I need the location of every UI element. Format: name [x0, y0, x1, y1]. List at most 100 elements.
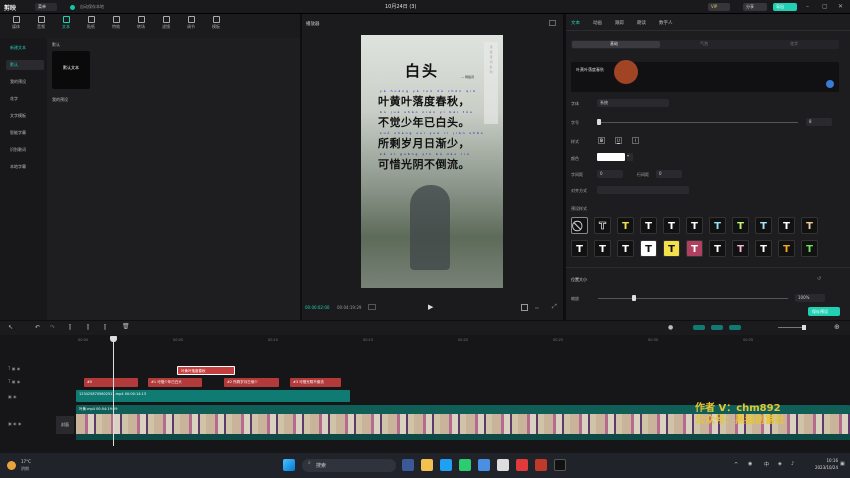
tool-template[interactable]: 模板 [206, 16, 226, 30]
sidebar-item[interactable]: 文字模板 [6, 111, 44, 121]
playhead[interactable] [113, 336, 114, 446]
capcut-icon[interactable] [554, 459, 566, 471]
preset-style-chip[interactable]: T [778, 240, 795, 257]
app-icon[interactable] [535, 459, 547, 471]
close-icon[interactable]: ✕ [838, 3, 843, 10]
preset-style-chip[interactable]: T [571, 240, 588, 257]
sidebar-item[interactable]: 花字 [6, 94, 44, 104]
share-button[interactable]: 分享 [743, 3, 767, 11]
subtitle-clip[interactable]: #1 可惜少年已白头 [148, 378, 202, 387]
file-explorer-icon[interactable] [421, 459, 433, 471]
select-tool-icon[interactable]: ↖ [8, 324, 13, 331]
preset-style-chip[interactable]: T [594, 217, 611, 234]
italic-button[interactable]: I [632, 137, 639, 144]
clock-time[interactable]: 10:16 [808, 458, 838, 463]
no-style-icon[interactable]: ⃠ [571, 217, 588, 234]
maximize-icon[interactable]: ▢ [822, 3, 828, 10]
preset-style-chip[interactable]: T [663, 240, 680, 257]
edge-icon[interactable] [440, 459, 452, 471]
app-icon[interactable] [497, 459, 509, 471]
preset-style-chip[interactable]: T [732, 217, 749, 234]
split-icon[interactable]: ⫿ [69, 324, 71, 332]
preset-style-chip[interactable]: T [801, 240, 818, 257]
default-text-card[interactable]: 默认文本 [52, 51, 90, 89]
microphone-icon[interactable]: ● [668, 324, 673, 331]
spacing-input[interactable]: 0 [597, 170, 623, 178]
text-content-input[interactable] [571, 62, 839, 92]
subtab-bubble[interactable]: 气泡 [700, 41, 708, 47]
tool-transition[interactable]: 转场 [131, 16, 151, 30]
magnet-icon[interactable] [711, 325, 723, 330]
sidebar-item[interactable]: 智能字幕 [6, 128, 44, 138]
network-icon[interactable]: ◈ [778, 461, 782, 467]
preset-style-chip[interactable]: T [732, 240, 749, 257]
sidebar-item[interactable]: 识别歌词 [6, 145, 44, 155]
reset-icon[interactable]: ↺ [817, 276, 821, 282]
subtab-fancy[interactable]: 花字 [790, 41, 798, 47]
tab-3[interactable]: 朗读 [637, 20, 646, 26]
tab-0[interactable]: 文本 [571, 20, 580, 26]
preset-style-chip[interactable]: T [709, 217, 726, 234]
size-input[interactable]: 8 [806, 118, 832, 126]
preset-style-chip[interactable]: T [617, 217, 634, 234]
tool-filter[interactable]: 滤镜 [156, 16, 176, 30]
preset-style-chip[interactable]: T [686, 217, 703, 234]
tray-chevron-icon[interactable]: ^ [734, 462, 738, 468]
menu-button[interactable]: 菜单 [35, 3, 57, 11]
bold-button[interactable]: B [598, 137, 605, 144]
preset-style-chip[interactable]: T [594, 240, 611, 257]
sidebar-item[interactable]: 我的预设 [6, 77, 44, 87]
tool-sticker[interactable]: 贴纸 [81, 16, 101, 30]
app-icon[interactable] [478, 459, 490, 471]
clock-date[interactable]: 2023/10/24 [798, 465, 838, 470]
zoom-slider-knob[interactable] [802, 325, 806, 330]
tray-app-icon[interactable]: ◉ [748, 461, 752, 467]
redo-icon[interactable]: ↷ [50, 324, 55, 331]
timeline-grid-icon[interactable] [368, 304, 376, 310]
sidebar-item[interactable]: 默认 [6, 60, 44, 70]
link-icon[interactable] [693, 325, 705, 330]
sidebar-item[interactable]: 本地字幕 [6, 162, 44, 172]
tool-adjust[interactable]: 调节 [181, 16, 201, 30]
tab-4[interactable]: 数字人 [659, 20, 673, 26]
scale-input[interactable]: 100% [795, 294, 825, 302]
scale-slider-knob[interactable] [632, 295, 636, 301]
text-clip[interactable]: 叶黄叶落度春秋 [177, 366, 235, 375]
ratio-icon[interactable]: ▭ [535, 305, 539, 310]
font-select[interactable]: 系统 [597, 99, 669, 107]
wechat-icon[interactable] [459, 459, 471, 471]
split-right-icon[interactable]: ⫿ [104, 324, 106, 332]
preset-style-chip[interactable]: T [640, 240, 657, 257]
tool-text[interactable]: 文本 [56, 16, 76, 30]
line-spacing-input[interactable]: 0 [656, 170, 682, 178]
preset-style-chip[interactable]: T [778, 217, 795, 234]
save-preset-button[interactable]: 保存预设 [808, 307, 840, 316]
preset-style-chip[interactable]: T [663, 217, 680, 234]
undo-icon[interactable]: ↶ [35, 324, 40, 331]
preset-style-chip[interactable]: T [640, 217, 657, 234]
subtitle-clip[interactable]: #0 [84, 378, 138, 387]
subtitle-clip[interactable]: #2 所剩岁月日渐少 [224, 378, 279, 387]
sidebar-item[interactable]: 新建文本 [6, 43, 44, 53]
task-view-icon[interactable] [402, 459, 414, 471]
preset-style-chip[interactable]: T [686, 240, 703, 257]
audio-clip[interactable]: 1234258705602511.mp4 00:00:14:13 [76, 390, 350, 402]
fullscreen-icon[interactable]: ⤢ [552, 303, 557, 311]
underline-button[interactable]: U [615, 137, 622, 144]
input-language[interactable]: 中 [764, 461, 769, 468]
vip-badge[interactable]: VIP [708, 3, 730, 11]
subtab-basic[interactable]: 基础 [610, 41, 618, 47]
weather-icon[interactable] [7, 461, 16, 470]
delete-icon[interactable]: 🗑 [122, 323, 130, 330]
playhead-handle[interactable] [110, 336, 117, 342]
wps-icon[interactable] [516, 459, 528, 471]
split-left-icon[interactable]: ⫿ [87, 324, 89, 332]
ai-assistant-icon[interactable] [826, 80, 834, 88]
tab-2[interactable]: 跟踪 [615, 20, 624, 26]
preview-axis-icon[interactable] [729, 325, 741, 330]
tool-media[interactable]: 媒体 [6, 16, 26, 30]
tool-audio[interactable]: 音频 [31, 16, 51, 30]
subtitle-clip[interactable]: #3 可惜光阴不倒流 [290, 378, 341, 387]
notification-icon[interactable]: ▣ [840, 461, 845, 467]
align-group[interactable] [597, 186, 689, 194]
